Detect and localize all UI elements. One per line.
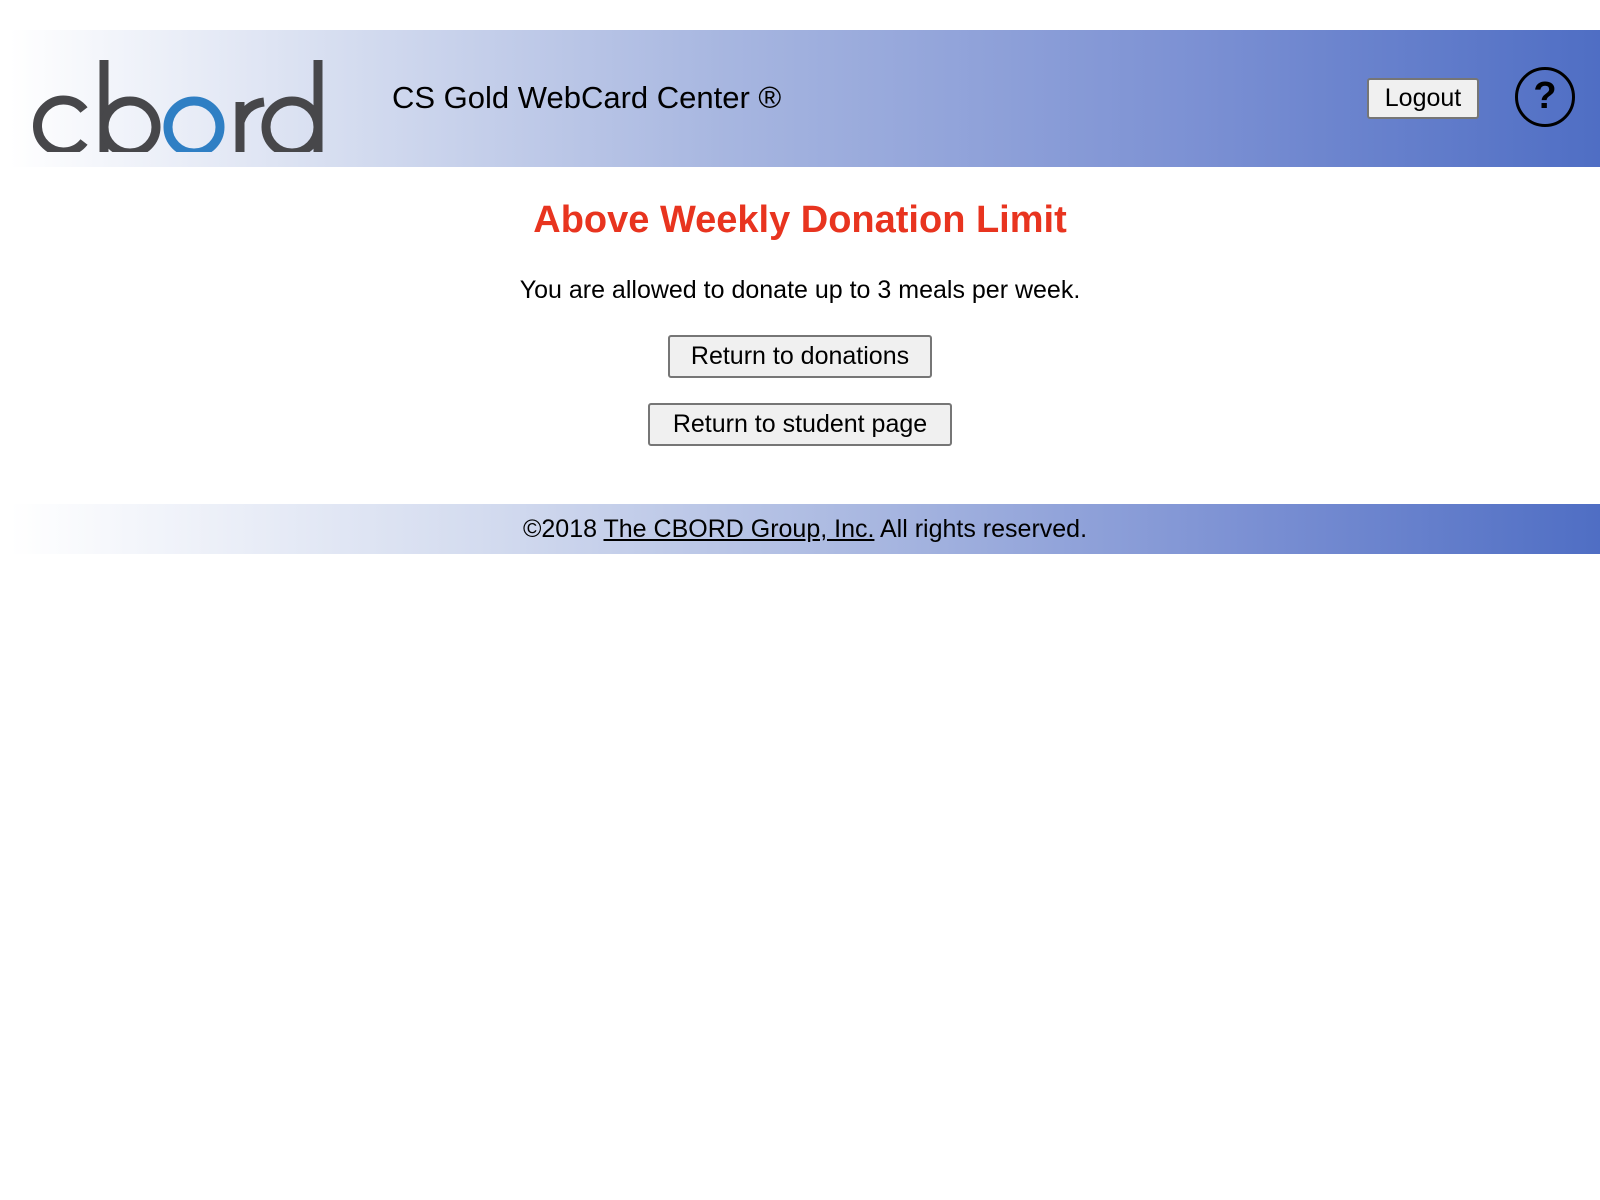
copyright-suffix: All rights reserved. bbox=[874, 515, 1088, 543]
limit-message: You are allowed to donate up to 3 meals … bbox=[519, 276, 1081, 304]
footer: ©2018 The CBORD Group, Inc. All rights r… bbox=[10, 504, 1600, 554]
cbord-group-link[interactable]: The CBORD Group, Inc. bbox=[604, 515, 875, 543]
logout-button[interactable]: Logout bbox=[1367, 78, 1479, 119]
cbord-logo: ® bbox=[33, 60, 323, 152]
return-to-student-page-button[interactable]: Return to student page bbox=[648, 403, 952, 446]
header-banner: ® CS Gold WebCard Center ® Logout ? bbox=[10, 30, 1600, 167]
error-title: Above Weekly Donation Limit bbox=[533, 199, 1067, 241]
help-icon[interactable]: ? bbox=[1515, 67, 1575, 127]
app-title: CS Gold WebCard Center ® bbox=[392, 80, 782, 115]
main-content: Above Weekly Donation Limit You are allo… bbox=[0, 167, 1600, 494]
return-to-donations-button[interactable]: Return to donations bbox=[668, 335, 932, 378]
page: ® CS Gold WebCard Center ® Logout ? Abov… bbox=[0, 0, 1600, 1200]
copyright-prefix: ©2018 bbox=[522, 515, 604, 543]
